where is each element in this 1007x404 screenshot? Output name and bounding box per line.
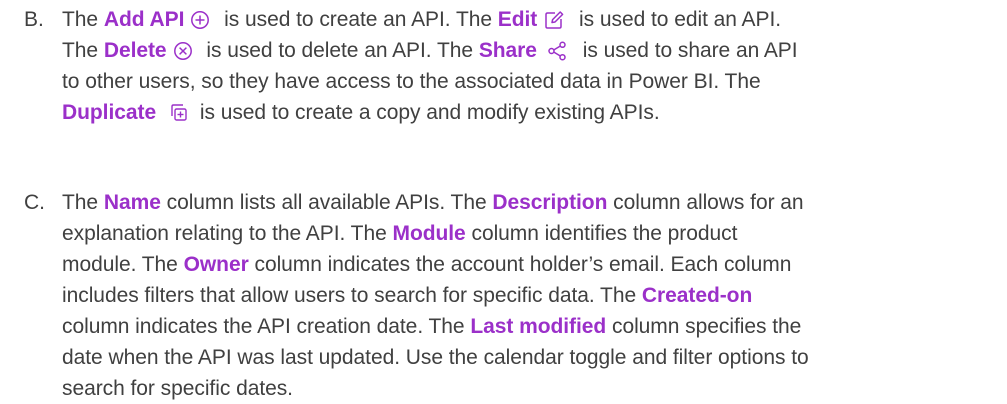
keyword-description: Description [492,191,608,214]
text-span: is used to share an API [576,39,798,62]
share-nodes-icon [547,41,567,61]
text-span: is used to delete an API. The [200,39,479,62]
keyword-delete: Delete [103,39,167,62]
keyword-add-api: Add API [103,8,185,31]
text-span: column identifies the product [465,222,738,245]
text-span: The [62,8,104,31]
text-span: column indicates the account holder’s em… [248,253,792,276]
text-line: column indicates the API creation date. … [62,311,1000,342]
text-span: includes filters that allow users to sea… [62,284,642,307]
text-span: search for specific dates. [62,377,293,400]
text-span: is used to create a copy and modify exis… [194,101,660,124]
text-span: is used to edit an API. [573,8,782,31]
text-span: date when the API was last updated. Use … [62,346,809,369]
keyword-last-modified: Last modified [470,315,607,338]
text-line: search for specific dates. [62,373,1000,404]
document-page: B. The Add API is used to create an API.… [0,0,1007,400]
text-line: explanation relating to the API. The Mod… [62,218,1000,249]
text-span: column lists all available APIs. The [160,191,493,214]
list-marker: C. [24,191,45,214]
text-span: column specifies the [606,315,802,338]
list-marker: B. [24,8,44,31]
text-line: includes filters that allow users to sea… [62,280,1000,311]
text-span: explanation relating to the API. The [62,222,393,245]
text-line: module. The Owner column indicates the a… [62,249,1000,280]
keyword-share: Share [478,39,537,62]
edit-pencil-icon [543,10,565,30]
text-span: column indicates the API creation date. … [62,315,471,338]
keyword-owner: Owner [183,253,249,276]
text-line: date when the API was last updated. Use … [62,342,1000,373]
text-span: module. The [62,253,184,276]
paragraph-b: The Add API is used to create an API. Th… [62,4,1000,128]
text-span: The [62,191,104,214]
text-span: column allows for an [607,191,804,214]
x-circle-icon [173,41,193,61]
text-line: Duplicate is used to create a copy and m… [62,97,1000,128]
text-span: The [62,39,104,62]
text-line: The Add API is used to create an API. Th… [62,4,1000,35]
plus-circle-icon [190,10,210,30]
keyword-name: Name [103,191,161,214]
duplicate-copy-icon [168,103,188,123]
paragraph-c: The Name column lists all available APIs… [62,187,1000,404]
text-line: The Name column lists all available APIs… [62,187,1000,218]
text-span: to other users, so they have access to t… [62,70,761,93]
text-line: to other users, so they have access to t… [62,66,1000,97]
text-line: The Delete is used to delete an API. The… [62,35,1000,66]
keyword-created-on: Created-on [641,284,753,307]
keyword-duplicate: Duplicate [62,101,157,124]
keyword-module: Module [392,222,466,245]
keyword-edit: Edit [497,8,538,31]
text-span: is used to create an API. The [218,8,498,31]
